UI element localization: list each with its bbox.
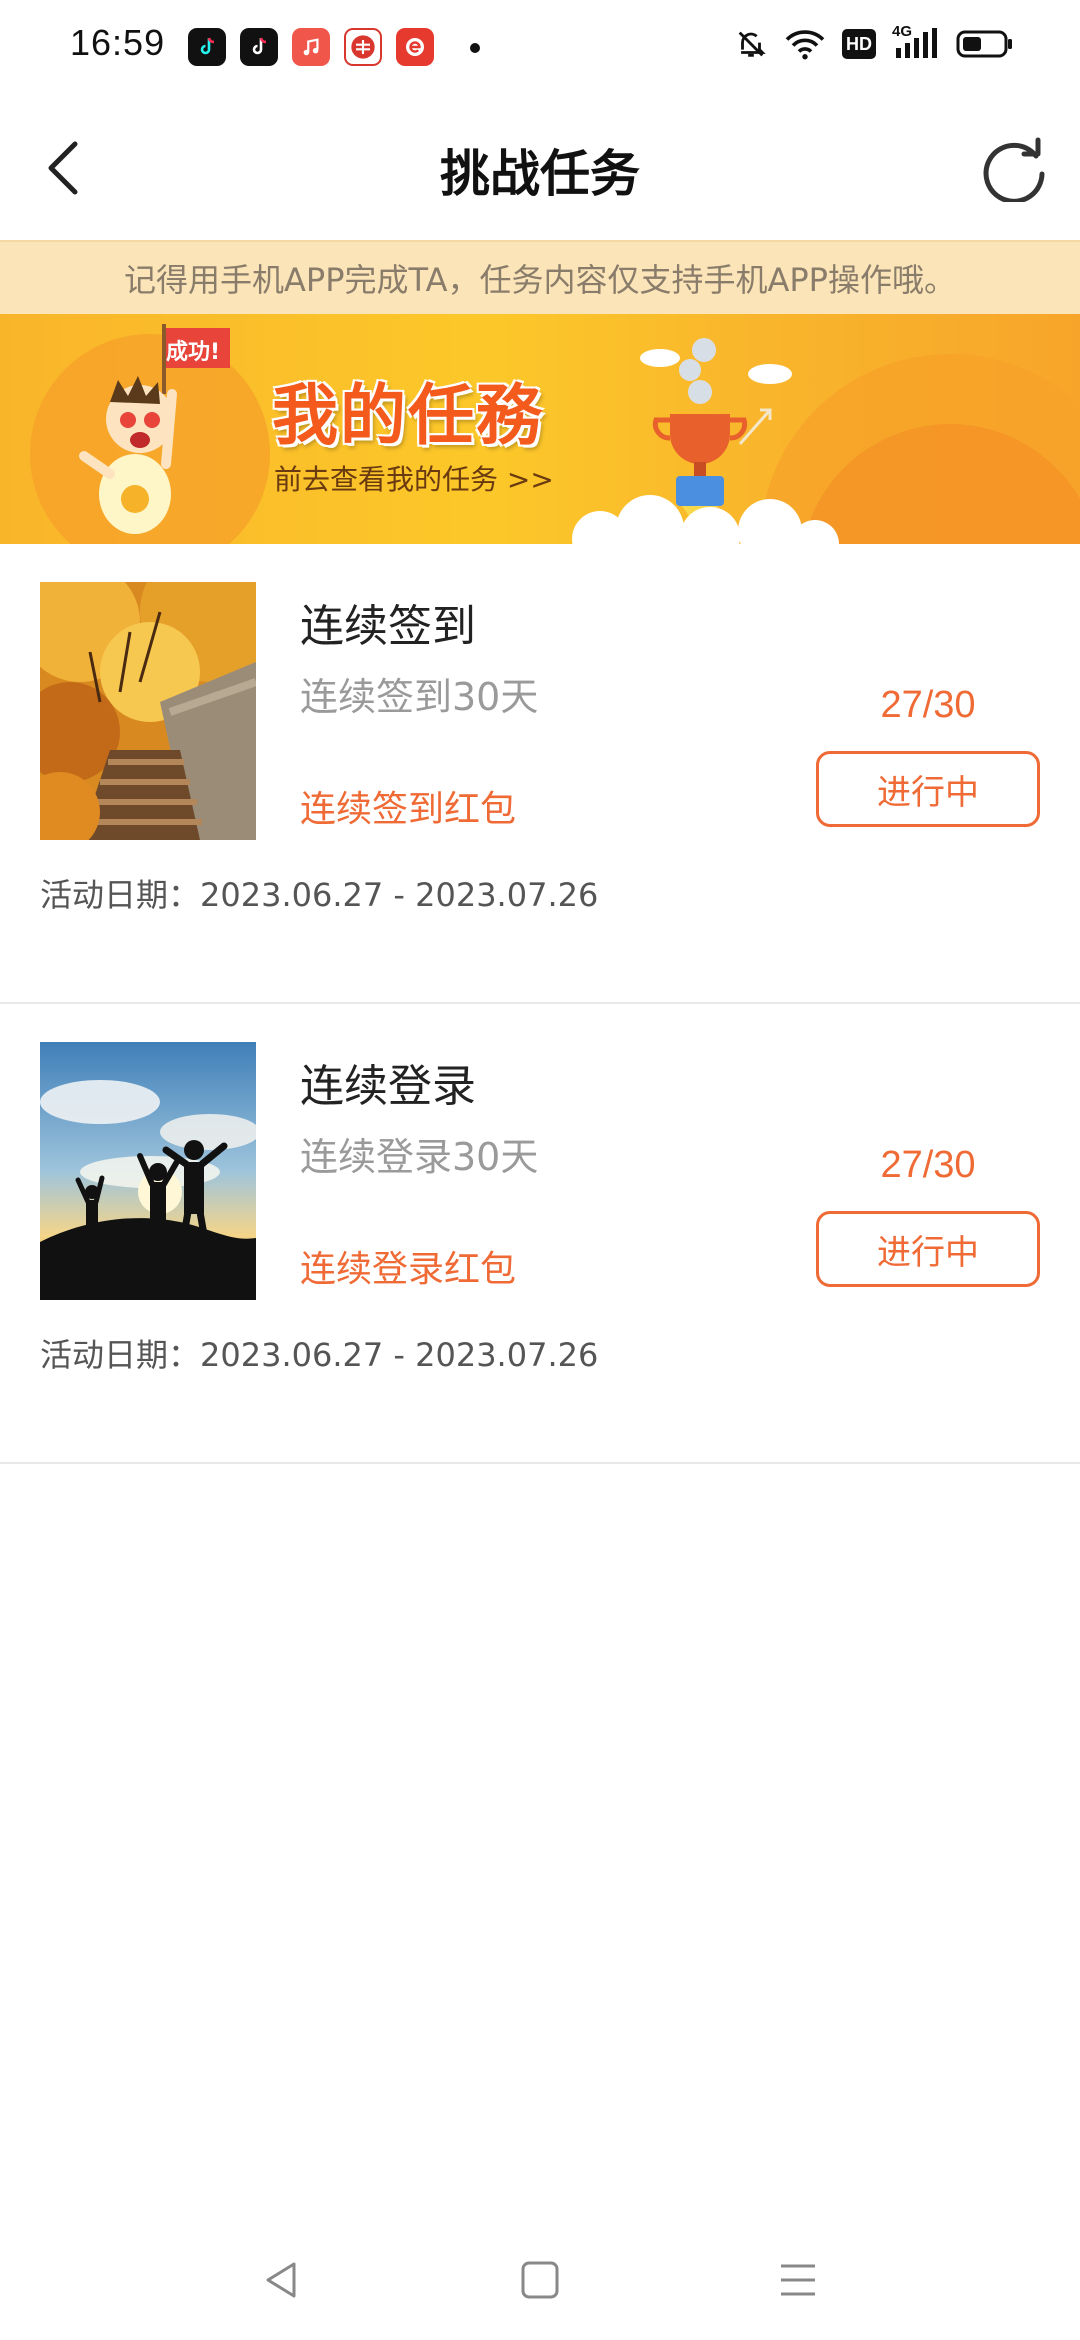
my-tasks-banner[interactable]: 成功! 我的任務 前去查看我的任务 >> bbox=[0, 314, 1080, 544]
autumn-stairs-image bbox=[40, 582, 256, 840]
task-thumbnail-sunset-people bbox=[40, 1042, 256, 1300]
square-home-icon bbox=[521, 2261, 559, 2299]
nav-back-button[interactable] bbox=[242, 2250, 322, 2310]
banner-title: 我的任務 bbox=[272, 377, 544, 454]
battery-icon bbox=[956, 30, 1012, 58]
task-progress: 27/30 bbox=[880, 1144, 976, 1186]
notice-bar: 记得用手机APP完成TA，任务内容仅支持手机APP操作哦。 bbox=[0, 240, 1080, 314]
status-indicators: HD 4G bbox=[734, 23, 1014, 62]
mute-icon bbox=[738, 31, 766, 57]
status-bar: 16:59 HD 4G bbox=[0, 0, 1080, 96]
task-reward: 连续登录红包 bbox=[300, 1249, 517, 1290]
task-description: 连续签到30天 bbox=[300, 675, 539, 719]
task-progress: 27/30 bbox=[880, 684, 976, 726]
status-time: 16:59 bbox=[70, 22, 166, 63]
e-app-icon bbox=[396, 28, 434, 66]
nav-home-button[interactable] bbox=[500, 2250, 580, 2310]
task-name: 连续登录 bbox=[300, 1061, 476, 1112]
hd-icon: HD bbox=[842, 29, 876, 59]
task-status-button[interactable]: 进行中 bbox=[816, 1211, 1040, 1287]
cloud-illustration bbox=[572, 495, 839, 544]
sunset-people-image bbox=[40, 1042, 256, 1300]
page-title: 挑战任务 bbox=[440, 145, 640, 203]
mall-app-icon bbox=[344, 28, 382, 66]
triangle-back-icon bbox=[266, 2262, 296, 2298]
signal-4g-icon: 4G bbox=[892, 23, 940, 62]
task-date: 活动日期：2023.06.27 - 2023.07.26 bbox=[40, 876, 599, 914]
task-status-button[interactable]: 进行中 bbox=[816, 751, 1040, 827]
music-app-icon bbox=[292, 28, 330, 66]
task-card[interactable]: 连续登录 连续登录30天 连续登录红包 27/30 进行中 活动日期：2023.… bbox=[0, 1004, 1080, 1464]
douyin-icon bbox=[240, 28, 278, 66]
task-card[interactable]: 连续签到 连续签到30天 连续签到红包 27/30 进行中 活动日期：2023.… bbox=[0, 544, 1080, 1004]
refresh-icon bbox=[983, 137, 1045, 202]
task-name: 连续签到 bbox=[300, 601, 476, 652]
task-description: 连续登录30天 bbox=[300, 1135, 539, 1179]
notification-app-icons bbox=[188, 28, 434, 66]
task-thumbnail-autumn-stairs bbox=[40, 582, 256, 840]
wifi-icon bbox=[785, 30, 825, 60]
banner-subtitle[interactable]: 前去查看我的任务 >> bbox=[274, 458, 554, 498]
menu-lines-icon bbox=[781, 2264, 815, 2296]
hd-label: HD bbox=[846, 33, 872, 54]
douyin-lite-icon bbox=[188, 28, 226, 66]
more-notifications-dot bbox=[470, 43, 480, 53]
success-badge: 成功! bbox=[166, 340, 221, 365]
refresh-button[interactable] bbox=[976, 130, 1052, 206]
system-nav-bar bbox=[0, 2220, 1080, 2340]
nav-menu-button[interactable] bbox=[758, 2250, 838, 2310]
task-reward: 连续签到红包 bbox=[300, 789, 517, 830]
task-date: 活动日期：2023.06.27 - 2023.07.26 bbox=[40, 1336, 599, 1374]
app-header: 挑战任务 bbox=[0, 96, 1080, 240]
